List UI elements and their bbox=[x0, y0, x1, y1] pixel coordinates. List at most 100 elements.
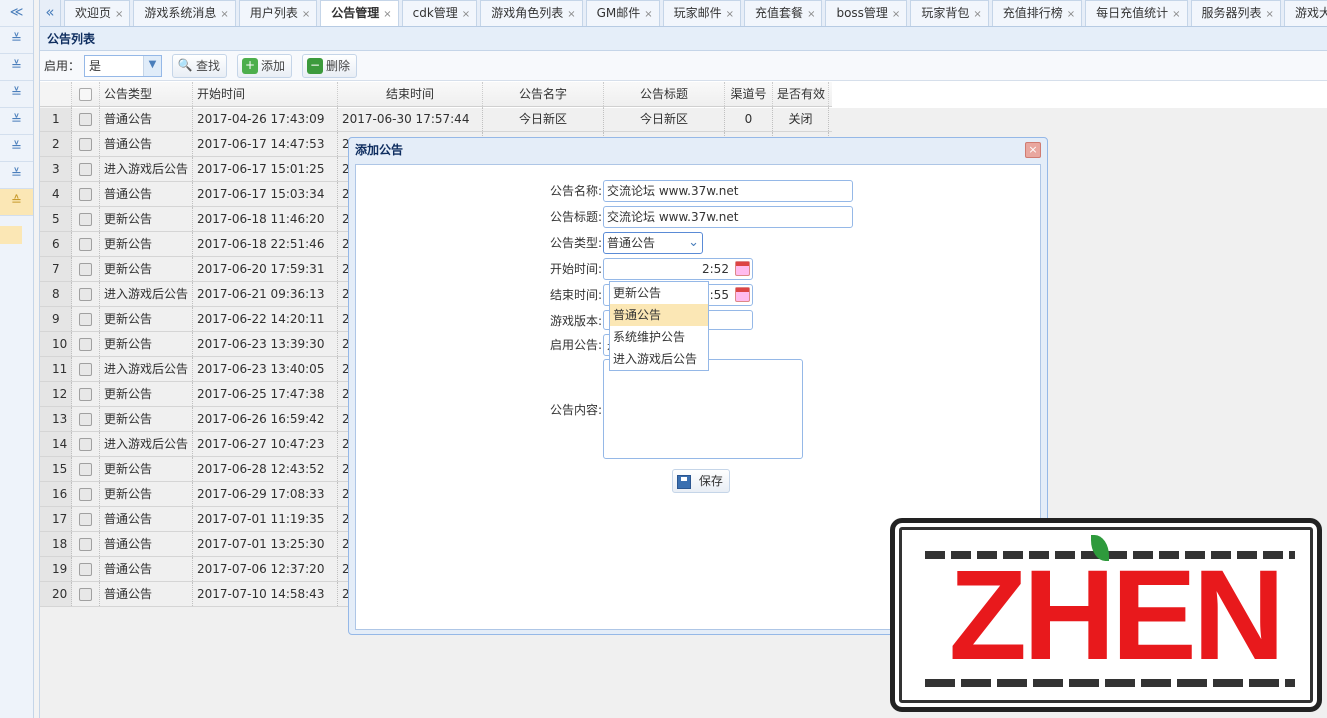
tab-label: 游戏角色列表 bbox=[491, 6, 564, 20]
tab-close-icon[interactable]: × bbox=[726, 9, 734, 20]
close-icon[interactable]: × bbox=[1025, 142, 1041, 158]
tab-item[interactable]: 游戏角色列表 × bbox=[480, 0, 583, 26]
sidebar-selected-item[interactable] bbox=[0, 226, 22, 244]
tab-label: 游戏系统消息 bbox=[144, 6, 217, 20]
save-button-label: 保存 bbox=[698, 474, 723, 488]
add-button-label: 添加 bbox=[261, 59, 286, 73]
tab-item[interactable]: cdk管理 × bbox=[401, 0, 478, 26]
tab-bar: «欢迎页 × 游戏系统消息 × 用户列表 × 公告管理 × cdk管理 × 游戏角色列表 × GM邮件 ×… bbox=[40, 0, 1327, 27]
tab-close-icon[interactable]: × bbox=[1172, 9, 1180, 20]
tab-item[interactable]: 充值套餐 × bbox=[744, 0, 823, 26]
enable-filter-value: 是 bbox=[89, 59, 102, 73]
column-header[interactable]: 渠道号 bbox=[725, 82, 773, 106]
tab-scroll-left-icon[interactable]: « bbox=[40, 0, 61, 26]
tab-label: 充值排行榜 bbox=[1002, 6, 1063, 20]
tab-close-icon[interactable]: × bbox=[567, 9, 575, 20]
start-time-value: 2:52 bbox=[702, 262, 729, 276]
minus-icon: − bbox=[307, 57, 324, 74]
calendar-icon[interactable] bbox=[735, 261, 750, 276]
panel-title: 公告列表 bbox=[40, 27, 1327, 51]
start-label: 开始时间: bbox=[549, 262, 602, 276]
column-header[interactable]: 结束时间 bbox=[338, 82, 483, 106]
tab-close-icon[interactable]: × bbox=[115, 9, 123, 20]
column-header[interactable]: 开始时间 bbox=[193, 82, 338, 106]
title-label: 公告标题: bbox=[549, 210, 602, 224]
title-input[interactable]: 交流论坛 www.37w.net bbox=[603, 206, 853, 228]
type-dropdown-list: 更新公告 普通公告 系统维护公告 进入游戏后公告 bbox=[609, 281, 709, 371]
type-select[interactable]: 普通公告 ⌄ bbox=[603, 232, 703, 254]
name-input[interactable]: 交流论坛 www.37w.net bbox=[603, 180, 853, 202]
sidebar-expand-icon[interactable]: ≚ bbox=[0, 54, 33, 81]
tab-item[interactable]: 每日充值统计 × bbox=[1085, 0, 1188, 26]
tab-item[interactable]: 玩家邮件 × bbox=[662, 0, 742, 26]
tab-label: 服务器列表 bbox=[1201, 6, 1262, 20]
column-header[interactable]: 公告标题 bbox=[604, 82, 725, 106]
tab-item[interactable]: 用户列表 × bbox=[238, 0, 318, 26]
tab-item[interactable]: GM邮件 × bbox=[585, 0, 660, 26]
plus-icon: + bbox=[242, 57, 259, 74]
toolbar: 启用： 是 ▼ 🔍 查找 + 添加 − 删除 bbox=[40, 51, 1327, 81]
tab-close-icon[interactable]: × bbox=[892, 9, 900, 20]
version-row: 游戏版本: bbox=[546, 310, 603, 332]
content-textarea[interactable] bbox=[603, 359, 803, 459]
tab-close-icon[interactable]: × bbox=[973, 9, 981, 20]
tab-label: 每日充值统计 bbox=[1096, 6, 1169, 20]
save-button[interactable]: 保存 bbox=[672, 469, 730, 493]
tab-label: boss管理 bbox=[836, 6, 888, 20]
dropdown-option[interactable]: 系统维护公告 bbox=[610, 326, 708, 348]
delete-button-label: 删除 bbox=[326, 59, 351, 73]
column-header[interactable]: 是否有效 bbox=[773, 82, 829, 106]
add-button[interactable]: + 添加 bbox=[237, 53, 293, 78]
calendar-icon[interactable] bbox=[735, 287, 750, 302]
watermark-bar bbox=[925, 679, 1295, 687]
search-button[interactable]: 🔍 查找 bbox=[172, 53, 228, 78]
dropdown-option[interactable]: 进入游戏后公告 bbox=[610, 348, 708, 370]
sidebar-expand-icon[interactable]: ≚ bbox=[0, 108, 33, 135]
enable-filter-select[interactable]: 是 ▼ bbox=[84, 54, 163, 77]
tab-label: cdk管理 bbox=[412, 6, 458, 20]
sidebar-expand-icon[interactable]: ≚ bbox=[0, 27, 33, 54]
tab-close-icon[interactable]: × bbox=[302, 9, 310, 20]
chevron-down-icon[interactable]: ⌄ bbox=[688, 233, 699, 253]
end-row: 结束时间: bbox=[546, 284, 603, 306]
name-row: 公告名称: bbox=[546, 180, 603, 202]
sidebar-collapse-section-icon[interactable]: ≙ bbox=[0, 189, 33, 216]
tab-item[interactable]: 公告管理 × bbox=[320, 0, 399, 26]
name-label: 公告名称: bbox=[549, 184, 602, 198]
tab-label: 用户列表 bbox=[249, 6, 298, 20]
column-header[interactable]: 公告名字 bbox=[483, 82, 604, 106]
tab-close-icon[interactable]: × bbox=[462, 9, 470, 20]
dropdown-option[interactable]: 更新公告 bbox=[610, 282, 708, 304]
title-row: 公告标题: bbox=[546, 206, 603, 228]
dropdown-option-selected[interactable]: 普通公告 bbox=[610, 304, 708, 326]
tab-close-icon[interactable]: × bbox=[1266, 9, 1274, 20]
tab-close-icon[interactable]: × bbox=[1067, 9, 1075, 20]
content-label: 公告内容: bbox=[549, 403, 602, 417]
chevron-down-icon[interactable]: ▼ bbox=[143, 55, 162, 76]
tab-item[interactable]: 充值排行榜 × bbox=[991, 0, 1083, 26]
column-header[interactable]: 公告类型 bbox=[100, 82, 193, 106]
select-all-checkbox[interactable] bbox=[72, 82, 100, 106]
sidebar-collapse-icon[interactable]: ≪ bbox=[0, 0, 33, 27]
tab-close-icon[interactable]: × bbox=[644, 9, 652, 20]
tab-item[interactable]: 游戏大 bbox=[1283, 0, 1327, 26]
tab-close-icon[interactable]: × bbox=[383, 9, 391, 20]
sidebar-expand-icon[interactable]: ≚ bbox=[0, 162, 33, 189]
start-time-input[interactable]: 2:52 bbox=[603, 258, 753, 280]
tab-item[interactable]: 欢迎页 × bbox=[64, 0, 131, 26]
tab-close-icon[interactable]: × bbox=[807, 9, 815, 20]
enable-filter-label: 启用： bbox=[44, 59, 81, 73]
enable-label: 启用公告: bbox=[549, 338, 602, 352]
type-select-value: 普通公告 bbox=[607, 236, 656, 250]
tab-item[interactable]: boss管理 × bbox=[825, 0, 908, 26]
tab-item[interactable]: 服务器列表 × bbox=[1190, 0, 1281, 26]
tab-item[interactable]: 游戏系统消息 × bbox=[133, 0, 236, 26]
sidebar: ≪ ≚ ≚ ≚ ≚ ≚ ≚ ≙ bbox=[0, 0, 34, 718]
tab-label: 充值套餐 bbox=[755, 6, 804, 20]
sidebar-expand-icon[interactable]: ≚ bbox=[0, 135, 33, 162]
search-button-label: 查找 bbox=[196, 59, 221, 73]
tab-item[interactable]: 玩家背包 × bbox=[910, 0, 989, 26]
tab-close-icon[interactable]: × bbox=[220, 9, 228, 20]
sidebar-expand-icon[interactable]: ≚ bbox=[0, 81, 33, 108]
delete-button[interactable]: − 删除 bbox=[302, 53, 358, 78]
